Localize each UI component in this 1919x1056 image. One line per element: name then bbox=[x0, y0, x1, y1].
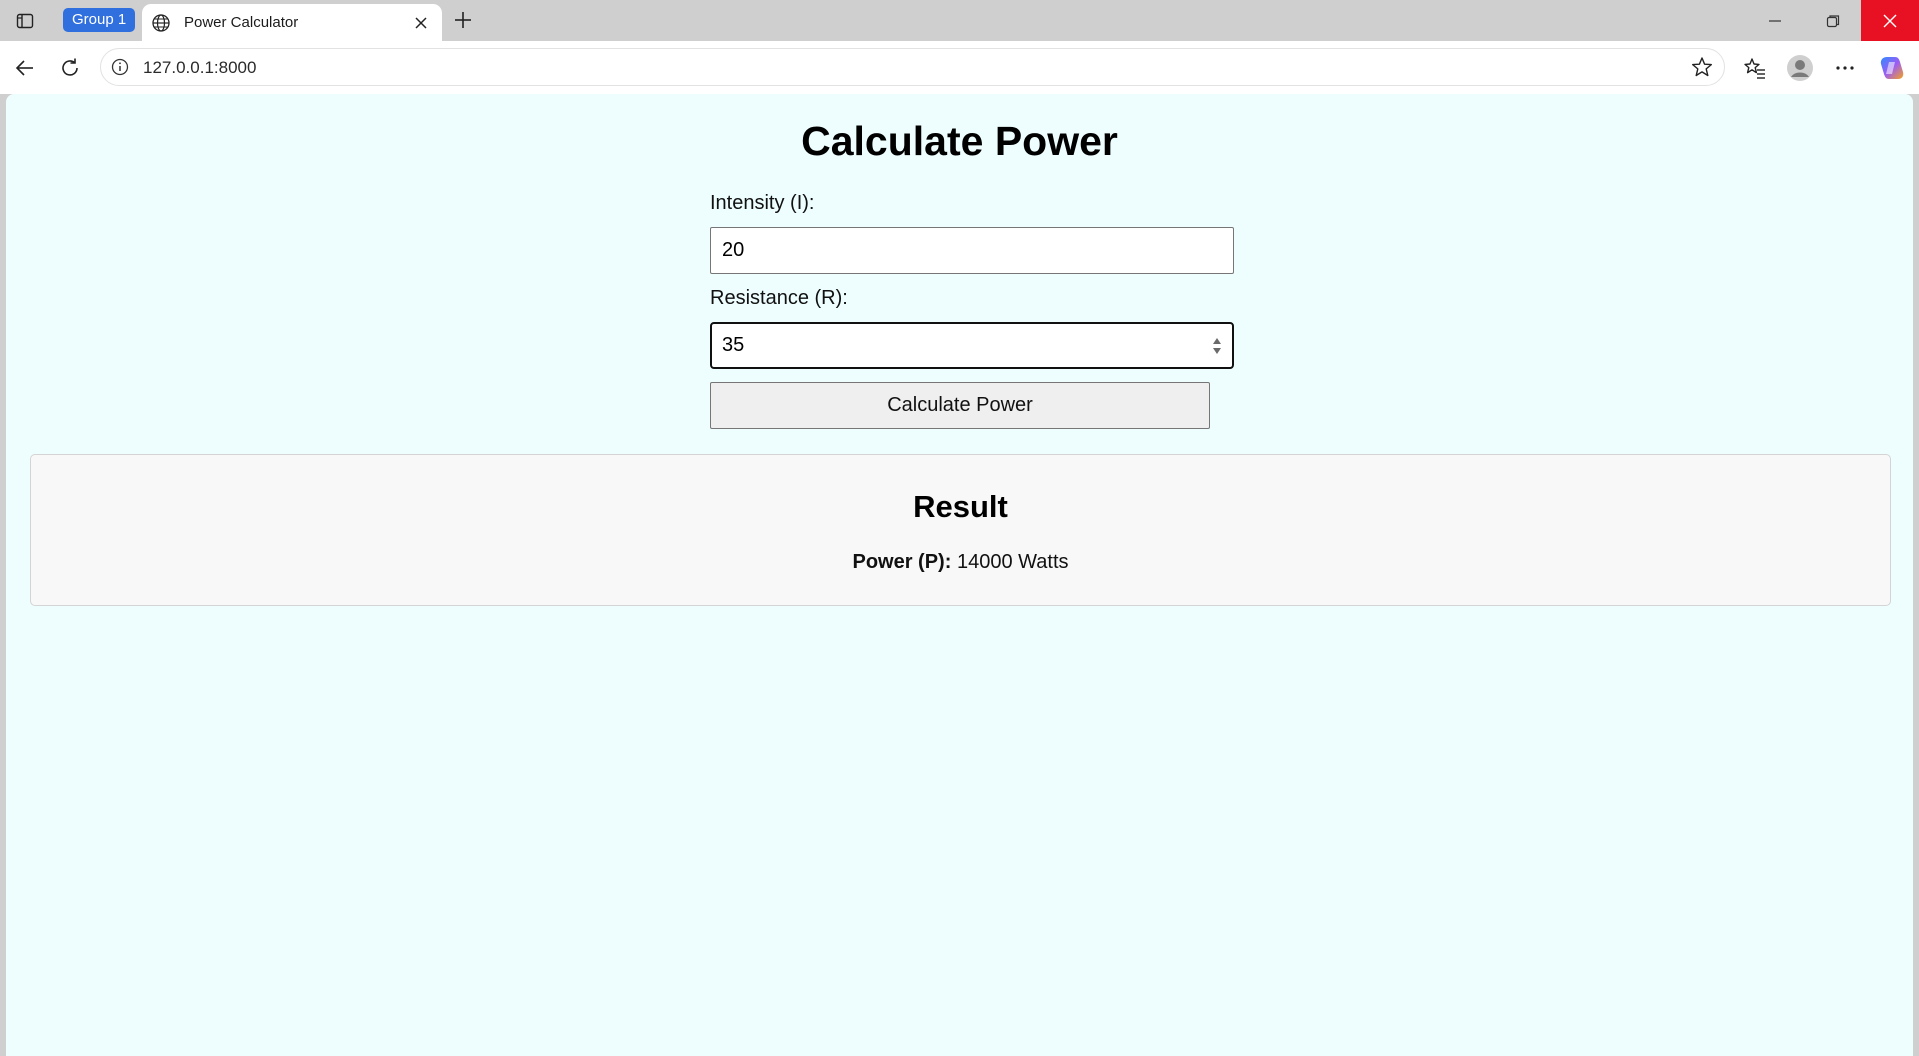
active-tab[interactable]: Power Calculator bbox=[142, 4, 442, 41]
star-icon[interactable] bbox=[1690, 55, 1714, 79]
reload-icon[interactable] bbox=[55, 53, 85, 83]
avatar-icon[interactable] bbox=[1785, 53, 1815, 83]
browser-toolbar: 127.0.0.1:8000 bbox=[0, 41, 1919, 94]
tab-title: Power Calculator bbox=[184, 14, 299, 31]
page-viewport: Calculate Power Intensity (I): 20 Resist… bbox=[6, 94, 1913, 1056]
url-text[interactable]: 127.0.0.1:8000 bbox=[143, 58, 256, 78]
plus-icon[interactable] bbox=[450, 7, 476, 33]
spin-buttons[interactable] bbox=[1212, 336, 1222, 356]
intensity-label: Intensity (I): bbox=[710, 192, 815, 214]
info-icon[interactable] bbox=[110, 57, 130, 77]
restore-button[interactable] bbox=[1804, 0, 1862, 41]
resistance-value: 35 bbox=[722, 334, 745, 356]
tab-group-chip[interactable]: Group 1 bbox=[63, 8, 136, 32]
power-label: Power (P): bbox=[852, 551, 952, 573]
power-result: Power (P): 14000 Watts bbox=[31, 551, 1890, 574]
close-icon[interactable] bbox=[408, 10, 434, 36]
calculate-power-button[interactable]: Calculate Power bbox=[710, 382, 1210, 429]
result-panel: Result Power (P): 14000 Watts bbox=[30, 454, 1891, 606]
more-icon[interactable] bbox=[1830, 53, 1860, 83]
copilot-icon[interactable] bbox=[1877, 53, 1907, 83]
favorites-icon[interactable] bbox=[1740, 53, 1770, 83]
minimize-button[interactable] bbox=[1746, 0, 1804, 41]
tab-actions-icon[interactable] bbox=[12, 8, 38, 34]
power-value: 14000 Watts bbox=[956, 551, 1069, 573]
window-close-button[interactable] bbox=[1861, 0, 1919, 41]
result-title: Result bbox=[913, 489, 1008, 524]
intensity-input[interactable]: 20 bbox=[710, 227, 1234, 274]
resistance-input[interactable]: 35 bbox=[710, 322, 1234, 369]
globe-icon bbox=[150, 12, 172, 34]
tab-strip: Group 1 Power Calculator bbox=[0, 0, 1919, 41]
arrow-left-icon[interactable] bbox=[10, 53, 40, 83]
address-bar[interactable]: 127.0.0.1:8000 bbox=[100, 48, 1725, 86]
resistance-label: Resistance (R): bbox=[710, 287, 848, 309]
page-title: Calculate Power bbox=[801, 118, 1118, 164]
